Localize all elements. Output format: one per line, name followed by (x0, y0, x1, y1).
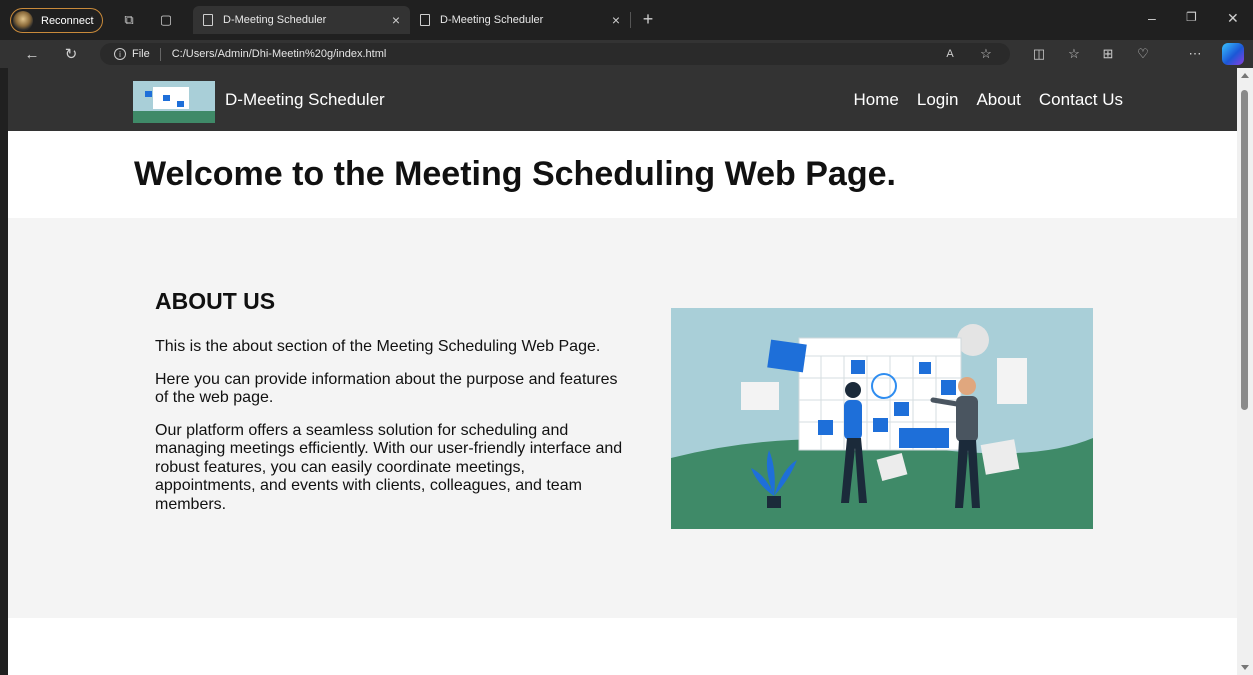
about-heading: ABOUT US (155, 288, 276, 314)
photo-card (980, 439, 1020, 475)
scroll-thumb[interactable] (1241, 90, 1248, 410)
page-icon (203, 14, 213, 26)
read-aloud-icon[interactable]: A (940, 44, 960, 64)
collections-icon[interactable]: ⊞ (1098, 44, 1118, 64)
close-icon[interactable]: × (612, 12, 620, 28)
refresh-icon[interactable]: ↻ (61, 44, 81, 64)
back-icon[interactable]: ← (22, 44, 42, 64)
browser-essentials-icon[interactable]: ♡ (1133, 44, 1153, 64)
note-card (997, 358, 1027, 404)
profile-avatar (13, 10, 33, 31)
nav-contact-link[interactable]: Contact Us (1039, 90, 1123, 110)
about-section: ABOUT US This is the about section of th… (8, 218, 1237, 618)
illustration-sun (957, 324, 989, 356)
scroll-up-icon[interactable] (1241, 73, 1249, 78)
about-paragraph: This is the about section of the Meeting… (155, 338, 601, 355)
page-icon (420, 14, 430, 26)
about-paragraph: Here you can provide information about t… (155, 370, 618, 407)
page-scrollbar[interactable] (1237, 68, 1253, 675)
workspaces-icon[interactable]: ⧉ (119, 10, 139, 30)
page-viewport: D-Meeting Scheduler Home Login About Con… (8, 68, 1237, 675)
favorite-star-icon[interactable]: ☆ (976, 44, 996, 64)
address-bar-row: ← ↻ i File C:/Users/Admin/Dhi-Meetin%20g… (0, 40, 1253, 68)
tab-actions-icon[interactable]: ▢ (156, 10, 176, 30)
nav-home-link[interactable]: Home (854, 90, 899, 110)
url-text[interactable]: C:/Users/Admin/Dhi-Meetin%20g/index.html (172, 48, 387, 60)
address-divider (159, 47, 161, 61)
nav-about-link[interactable]: About (976, 90, 1020, 110)
photo-card (767, 339, 807, 373)
about-paragraph: Our platform offers a seamless solution … (155, 421, 623, 513)
logo-ground (133, 111, 215, 123)
site-navbar: D-Meeting Scheduler Home Login About Con… (8, 68, 1237, 131)
profile-label: Reconnect (41, 14, 94, 27)
copilot-icon[interactable] (1222, 43, 1244, 65)
scroll-down-icon[interactable] (1241, 665, 1249, 670)
meeting-illustration (671, 308, 1093, 529)
tab-2[interactable]: D-Meeting Scheduler × (410, 6, 630, 34)
info-icon[interactable]: i (114, 48, 126, 60)
page-title: Welcome to the Meeting Scheduling Web Pa… (134, 155, 896, 193)
site-nav-links: Home Login About Contact Us (854, 90, 1124, 110)
tab-title: D-Meeting Scheduler (440, 14, 544, 26)
minimize-icon[interactable]: – (1148, 10, 1156, 26)
new-tab-button[interactable]: + (638, 9, 658, 29)
favorites-icon[interactable]: ☆ (1064, 44, 1084, 64)
about-text: This is the about section of the Meeting… (155, 338, 625, 528)
address-bar[interactable]: i File C:/Users/Admin/Dhi-Meetin%20g/ind… (100, 43, 1010, 65)
profile-card (899, 428, 949, 448)
split-screen-icon[interactable]: ◫ (1029, 44, 1049, 64)
site-brand[interactable]: D-Meeting Scheduler (225, 90, 385, 110)
tab-1[interactable]: D-Meeting Scheduler × (193, 6, 410, 34)
hero-section: Welcome to the Meeting Scheduling Web Pa… (8, 131, 1237, 218)
logo-square (145, 91, 152, 97)
logo-square (163, 95, 170, 101)
window-close-icon[interactable]: ✕ (1227, 10, 1239, 27)
scheme-label: File (132, 48, 150, 60)
note-card (741, 382, 779, 410)
browser-tab-bar: Reconnect ⧉ ▢ D-Meeting Scheduler × D-Me… (0, 0, 1253, 40)
profile-reconnect-button[interactable]: Reconnect (10, 8, 103, 33)
nav-login-link[interactable]: Login (917, 90, 959, 110)
more-options-icon[interactable]: ⋯ (1185, 44, 1205, 64)
restore-icon[interactable]: ❐ (1186, 10, 1197, 24)
site-logo[interactable] (133, 81, 215, 123)
tab-separator (630, 12, 631, 28)
tab-title: D-Meeting Scheduler (223, 14, 327, 26)
logo-square (177, 101, 184, 107)
close-icon[interactable]: × (392, 12, 400, 28)
